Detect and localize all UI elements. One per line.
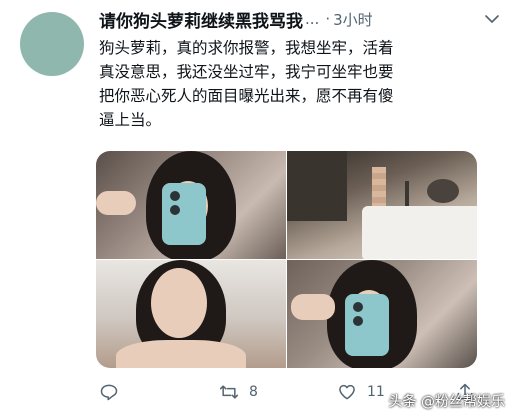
media-grid [96,151,477,368]
tweet-text-line: 把你恶心死人的面目曝光出来，愿不再有傻 [99,87,394,105]
avatar[interactable] [20,12,84,76]
mosaic-blur [372,167,386,209]
name-ellipsis: ... [305,10,320,28]
tweet-text-line: 逼上当。 [99,111,162,129]
tweet-text-line: 真没意思，我还没坐过牢，我宁可坐牢也要 [99,63,394,81]
tweet-card: 请你狗头萝莉继续黑我骂我 ... · 3小时 狗头萝莉，真的求你报警，我想坐牢，… [0,0,515,419]
heart-icon [339,384,355,400]
separator-dot: · [325,10,331,28]
reply-button[interactable] [99,382,119,402]
tweet-header: 请你狗头萝莉继续黑我骂我 ... · 3小时 [99,6,501,32]
retweet-button[interactable]: 8 [219,382,258,402]
photo-mirror-selfie-2[interactable] [287,260,477,368]
like-count: 11 [367,384,385,400]
timestamp[interactable]: 3小时 [333,9,373,30]
author-name[interactable]: 请你狗头萝莉继续黑我骂我 [99,7,303,32]
retweet-count: 8 [249,384,258,400]
chevron-down-icon[interactable] [483,10,501,28]
watermark: 头条 @粉丝帮娱乐 [388,394,505,410]
tweet-text: 狗头萝莉，真的求你报警，我想坐牢，活着 真没意思，我还没坐过牢，我宁可坐牢也要 … [99,36,499,132]
photo-mirror-selfie-1[interactable] [96,151,286,259]
tweet-text-line: 狗头萝莉，真的求你报警，我想坐牢，活着 [99,39,394,57]
phone-image [162,183,206,245]
reply-icon [100,384,118,401]
phone-image [345,294,389,356]
retweet-icon [219,385,239,399]
photo-bedroom[interactable] [287,151,477,259]
like-button[interactable]: 11 [337,382,385,402]
photo-winking-selfie[interactable] [96,260,286,368]
